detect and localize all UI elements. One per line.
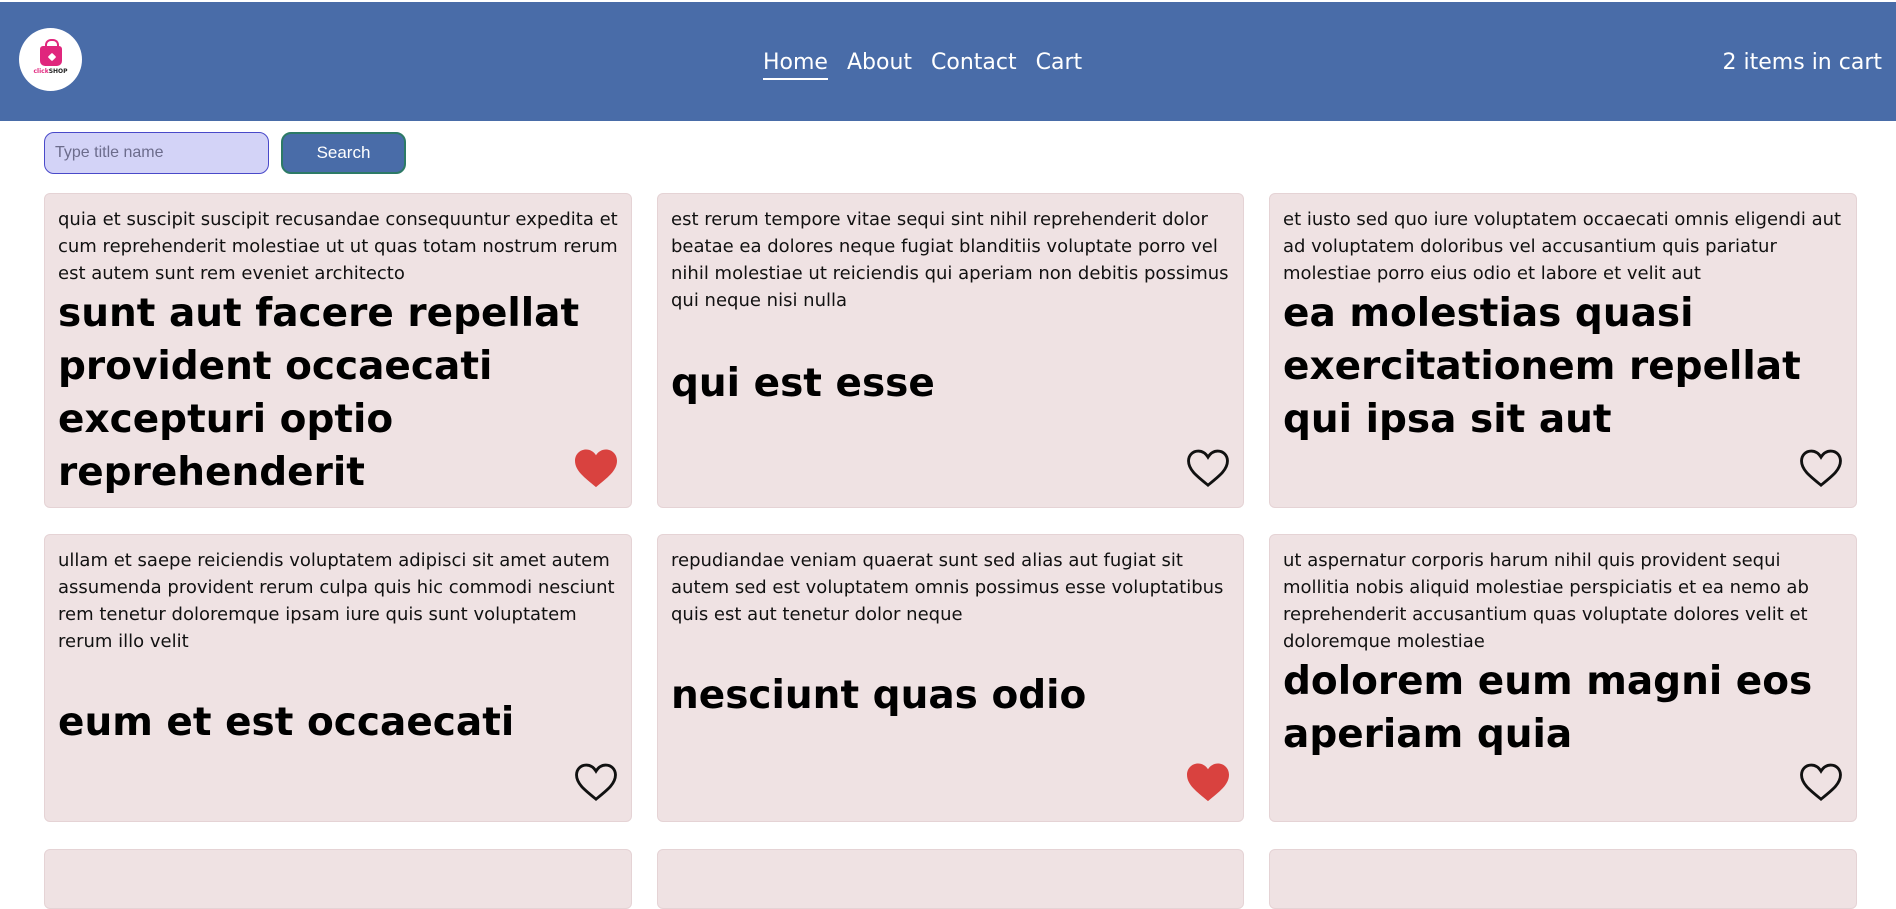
- post-body: repudiandae veniam quaerat sunt sed alia…: [671, 550, 1224, 625]
- nav-link-cart[interactable]: Cart: [1036, 48, 1083, 80]
- post-title: ea molestias quasi exercitationem repell…: [1283, 291, 1801, 442]
- nav-link-contact[interactable]: Contact: [931, 48, 1017, 80]
- top-navbar: clickSHOP Home About Contact Cart 2 item…: [0, 2, 1896, 121]
- post-title: nesciunt quas odio: [671, 673, 1087, 718]
- main-nav: Home About Contact Cart: [763, 48, 1082, 80]
- heart-filled-icon[interactable]: [1185, 761, 1231, 803]
- post-title: dolorem eum magni eos aperiam quia: [1283, 659, 1813, 757]
- search-button[interactable]: Search: [281, 132, 406, 174]
- post-card: ut aspernatur corporis harum nihil quis …: [1269, 534, 1857, 822]
- post-card: quia et suscipit suscipit recusandae con…: [44, 193, 632, 508]
- post-body: et iusto sed quo iure voluptatem occaeca…: [1283, 209, 1842, 284]
- heart-outline-icon[interactable]: [573, 761, 619, 803]
- heart-outline-icon[interactable]: [1185, 447, 1231, 489]
- heart-outline-icon[interactable]: [1798, 447, 1844, 489]
- nav-link-about[interactable]: About: [847, 48, 912, 80]
- post-card: est rerum tempore vitae sequi sint nihil…: [657, 193, 1244, 508]
- post-body: ut aspernatur corporis harum nihil quis …: [1283, 550, 1809, 652]
- search-input[interactable]: [44, 132, 269, 174]
- post-card: [44, 849, 632, 909]
- heart-outline-icon[interactable]: [1798, 761, 1844, 803]
- post-card: [657, 849, 1244, 909]
- post-card: repudiandae veniam quaerat sunt sed alia…: [657, 534, 1244, 822]
- post-title: sunt aut facere repellat provident occae…: [58, 291, 580, 495]
- nav-link-home[interactable]: Home: [763, 48, 828, 80]
- cart-status: 2 items in cart: [1722, 50, 1882, 75]
- post-title: qui est esse: [671, 361, 935, 406]
- post-body: ullam et saepe reiciendis voluptatem adi…: [58, 550, 615, 652]
- post-card: et iusto sed quo iure voluptatem occaeca…: [1269, 193, 1857, 508]
- post-card: [1269, 849, 1857, 909]
- logo-text: clickSHOP: [33, 68, 68, 75]
- post-body: quia et suscipit suscipit recusandae con…: [58, 209, 618, 284]
- shopping-bag-icon: [39, 39, 62, 66]
- shop-logo[interactable]: clickSHOP: [19, 28, 82, 91]
- post-title: eum et est occaecati: [58, 700, 515, 745]
- post-body: est rerum tempore vitae sequi sint nihil…: [671, 209, 1229, 311]
- heart-filled-icon[interactable]: [573, 447, 619, 489]
- post-card: ullam et saepe reiciendis voluptatem adi…: [44, 534, 632, 822]
